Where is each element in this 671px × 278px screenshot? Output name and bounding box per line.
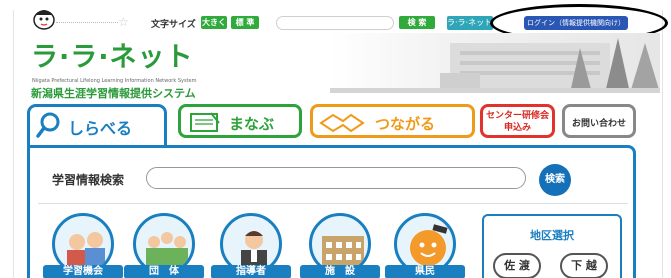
notebook-icon	[190, 112, 220, 132]
region-select-title: 地区選択	[530, 229, 574, 242]
tab-manabu[interactable]: まなぶ	[178, 104, 302, 138]
star-icon: ☆	[118, 15, 129, 29]
category-instructor-label: 指導者	[211, 265, 291, 278]
mascot-icon	[33, 10, 55, 30]
divider	[38, 203, 628, 204]
learning-search-input[interactable]	[146, 167, 526, 189]
search-title: 学習情報検索	[52, 173, 125, 187]
site-logo[interactable]: ラ·ラ·ネット	[31, 43, 194, 73]
tab-shiraberu-label: しらべる	[68, 119, 133, 138]
category-citizen-label: 県民	[385, 265, 465, 278]
logo-english-text: Niigata Prefectural Lifelong Learning In…	[32, 78, 197, 84]
region-kaetsu-button[interactable]: 下 越	[560, 253, 608, 278]
tab-contact[interactable]: お問い合わせ	[562, 104, 636, 138]
decorative-dots	[56, 22, 118, 23]
logo-japanese-text: 新潟県生涯学習情報提供システム	[31, 87, 196, 100]
site-search-button[interactable]: 検 索	[399, 16, 435, 29]
magnifier-icon	[36, 112, 60, 138]
region-sado-button[interactable]: 佐 渡	[493, 253, 541, 278]
what-is-button[interactable]: ラ·ラ·ネットとは？	[447, 16, 493, 30]
tab-manabu-label: まなぶ	[229, 115, 275, 133]
tab-center-training[interactable]: センター研修会申込み	[480, 104, 555, 138]
category-group-label: 団 体	[124, 265, 204, 278]
learning-search-button[interactable]: 検索	[539, 164, 571, 196]
site-search-input[interactable]	[276, 16, 394, 30]
page: ☆ 文字サイズ 大きく 標 準 検 索 ラ·ラ·ネットとは？ ログイン（情報提供…	[0, 0, 671, 278]
center-training-label: センター研修会申込み	[485, 111, 549, 133]
tab-shiraberu[interactable]: しらべる	[27, 104, 167, 148]
font-standard-button[interactable]: 標 準	[231, 16, 259, 29]
font-size-label: 文字サイズ	[151, 20, 196, 30]
font-large-button[interactable]: 大きく	[201, 16, 227, 29]
header-photo	[330, 33, 660, 93]
handshake-icon	[319, 113, 365, 133]
category-facility-label: 施 設	[300, 265, 380, 278]
category-learning-opportunity-label: 学習機会	[43, 265, 123, 278]
contact-label: お問い合わせ	[571, 119, 626, 129]
tab-tsunagaru-label: つながる	[375, 115, 436, 133]
tab-tsunagaru[interactable]: つながる	[310, 104, 475, 138]
